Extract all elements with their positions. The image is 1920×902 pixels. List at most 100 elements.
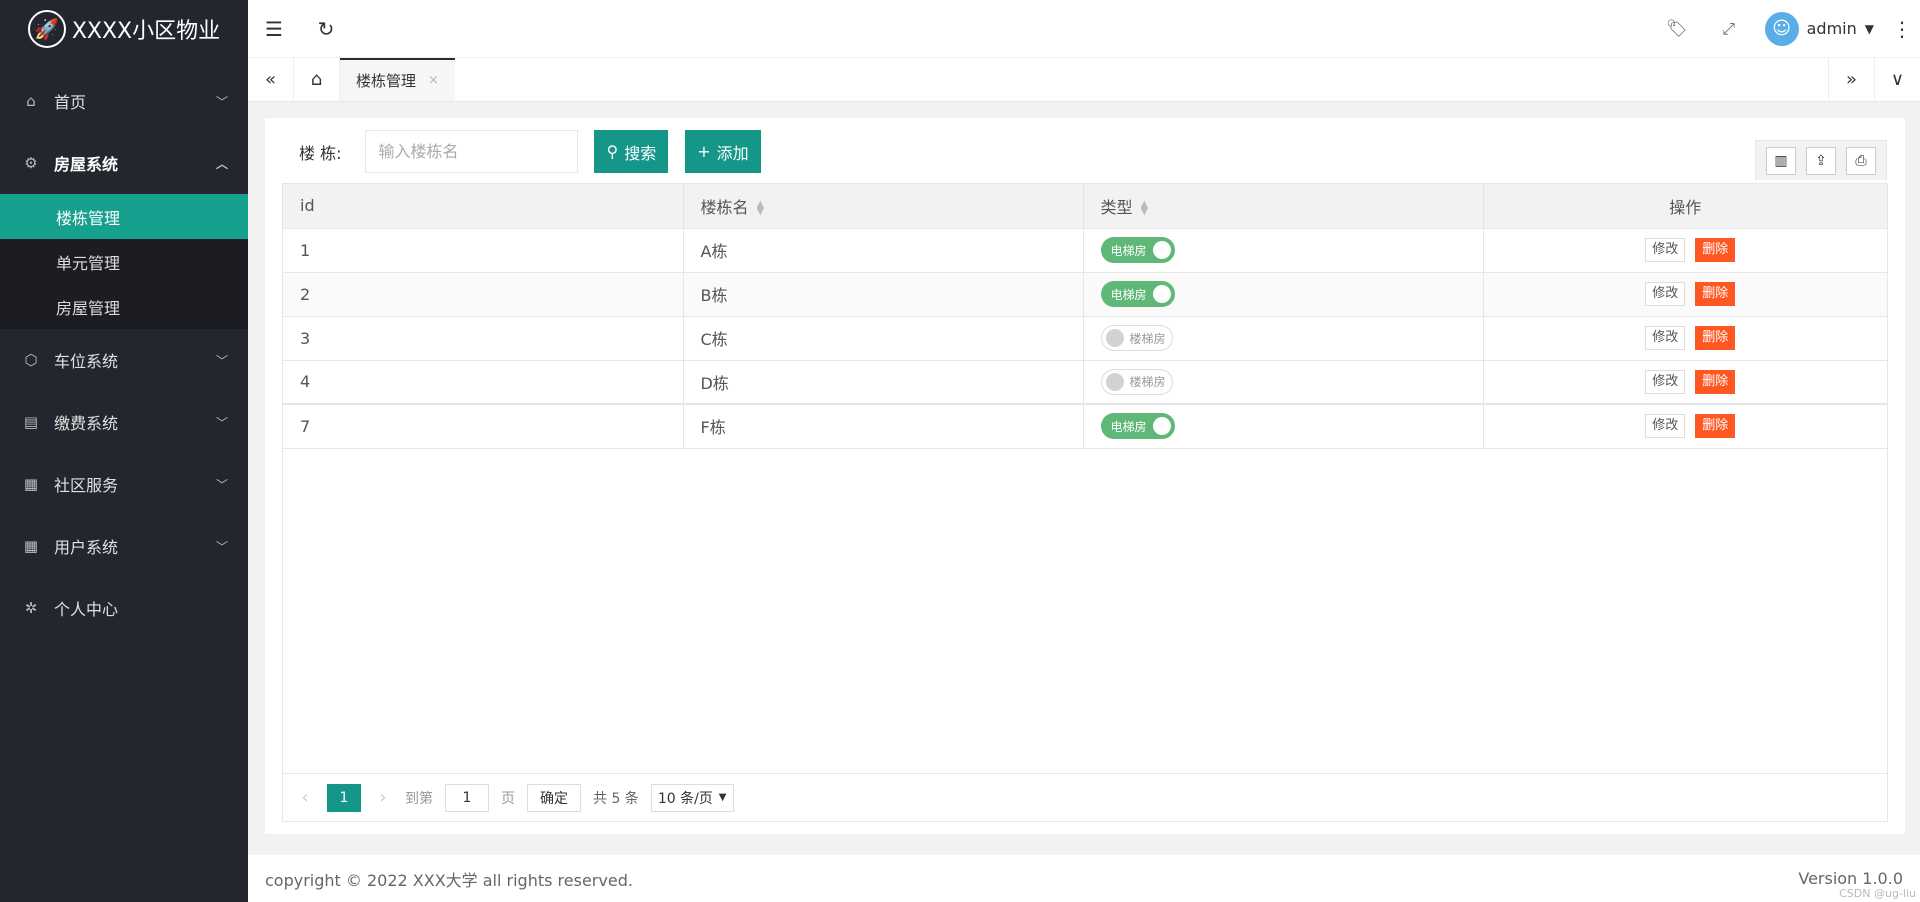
apps-icon: ▦ <box>23 537 39 555</box>
sidebar-item-payment-system[interactable]: ▤ 缴费系统 ﹀ <box>0 391 248 453</box>
tag-button[interactable]: 🏷 <box>1651 0 1703 58</box>
user-menu[interactable]: ☺ admin ▼ <box>1755 0 1884 58</box>
delete-button[interactable]: 删除 <box>1695 282 1736 306</box>
toggle-label: 楼梯房 <box>1129 375 1166 390</box>
rocket-icon: 🚀 <box>27 10 66 48</box>
edit-button[interactable]: 修改 <box>1645 238 1686 262</box>
building-search-input[interactable] <box>365 130 579 173</box>
sort-icon[interactable]: ▲ ▼ <box>1141 200 1149 217</box>
search-button[interactable]: ⚲ 搜索 <box>594 130 669 173</box>
column-header-type[interactable]: 类型 ▲ ▼ <box>1083 184 1484 229</box>
toggle-knob <box>1152 285 1171 303</box>
sidebar-item-home[interactable]: ⌂ 首页 ﹀ <box>0 70 248 132</box>
tab-scroll-right-button[interactable]: » <box>1828 58 1874 101</box>
edit-button[interactable]: 修改 <box>1645 282 1686 306</box>
sidebar-item-room-management[interactable]: 房屋管理 <box>0 284 248 329</box>
page-size-select[interactable]: 10 条/页 ▼ <box>650 783 734 812</box>
delete-button[interactable]: 删除 <box>1695 238 1736 262</box>
more-vertical-icon: ⋮ <box>1892 16 1912 41</box>
edit-button[interactable]: 修改 <box>1645 326 1686 350</box>
column-header-label: 楼栋名 <box>700 197 749 217</box>
sidebar-item-building-management[interactable]: 楼栋管理 <box>0 194 248 239</box>
delete-button[interactable]: 删除 <box>1695 369 1736 394</box>
chevron-down-icon: ﹀ <box>215 353 228 368</box>
delete-button[interactable]: 删除 <box>1695 326 1736 350</box>
chevron-down-icon: ﹀ <box>215 415 228 430</box>
tab-options-button[interactable]: ∨ <box>1874 58 1920 101</box>
tab-label: 楼栋管理 <box>356 72 417 90</box>
more-button[interactable]: ⋮ <box>1884 0 1920 58</box>
fullscreen-button[interactable]: ⤢ <box>1703 0 1755 58</box>
collapse-sidebar-button[interactable]: ☰ <box>248 0 300 58</box>
table-row: 3 C栋 楼梯房 修改 删除 <box>283 316 1887 361</box>
cube-icon: ⬡ <box>24 351 38 369</box>
tab-building-management[interactable]: 楼栋管理 × <box>340 58 455 101</box>
type-toggle[interactable]: 楼梯房 <box>1100 325 1173 351</box>
delete-button[interactable]: 删除 <box>1695 414 1736 439</box>
refresh-button[interactable]: ↻ <box>300 0 352 58</box>
sidebar-item-house-system[interactable]: ⚙ 房屋系统 ︿ <box>0 132 248 194</box>
type-toggle[interactable]: 电梯房 <box>1100 237 1175 263</box>
cell-id: 3 <box>283 316 684 361</box>
sidebar-item-personal-center[interactable]: ✲ 个人中心 <box>0 577 248 639</box>
tab-bar: « ⌂ 楼栋管理 × » ∨ <box>248 58 1920 102</box>
home-icon: ⌂ <box>310 69 323 90</box>
sidebar-item-parking-system[interactable]: ⬡ 车位系统 ﹀ <box>0 329 248 391</box>
tag-icon: 🏷 <box>1665 18 1688 39</box>
chevron-down-icon: ﹀ <box>215 94 228 109</box>
page-number-current[interactable]: 1 <box>327 783 361 812</box>
prev-page-icon[interactable]: ‹ <box>295 787 315 808</box>
column-header-name[interactable]: 楼栋名 ▲ ▼ <box>683 184 1084 229</box>
sidebar-item-user-system[interactable]: ▦ 用户系统 ﹀ <box>0 515 248 577</box>
print-icon: ⎙ <box>1855 152 1867 169</box>
logo[interactable]: 🚀 XXXX小区物业 <box>0 0 248 58</box>
type-toggle[interactable]: 电梯房 <box>1100 281 1175 307</box>
content-card: 楼 栋: ⚲ 搜索 + 添加 ▥ ⇪ ⎙ id 楼栋名 ▲▼ 类型 ▲▼ 操作 <box>265 118 1905 834</box>
chevron-down-icon: ﹀ <box>215 477 228 492</box>
data-table: id 楼栋名 ▲ ▼ 类型 ▲ ▼ 操作 1 A栋 电梯房 修改 删除 2 B栋 电梯房 <box>282 183 1888 822</box>
double-chevron-left-icon: « <box>264 69 276 90</box>
sidebar-item-community-service[interactable]: ▦ 社区服务 ﹀ <box>0 453 248 515</box>
pagination: ‹ 1 › 到第 页 确定 共 5 条 10 条/页 ▼ <box>283 773 1887 821</box>
add-button[interactable]: + 添加 <box>685 130 761 173</box>
type-toggle[interactable]: 楼梯房 <box>1100 368 1173 395</box>
print-button[interactable]: ⎙ <box>1846 146 1876 175</box>
sort-icon[interactable]: ▲ ▼ <box>757 200 765 217</box>
export-button[interactable]: ⇪ <box>1806 146 1836 175</box>
goto-label: 到第 <box>405 790 433 807</box>
goto-page-input[interactable] <box>445 783 489 812</box>
refresh-icon: ↻ <box>317 16 335 41</box>
column-header-label: 类型 <box>1100 197 1133 217</box>
cell-type: 楼梯房 <box>1083 360 1484 405</box>
edit-button[interactable]: 修改 <box>1645 369 1686 394</box>
toggle-knob <box>1105 329 1124 347</box>
columns-filter-button[interactable]: ▥ <box>1766 146 1796 175</box>
chevron-down-icon: ▼ <box>718 792 727 803</box>
toggle-label: 电梯房 <box>1110 243 1147 258</box>
cell-type: 电梯房 <box>1083 228 1484 273</box>
footer: copyright © 2022 XXX大学 all rights reserv… <box>248 855 1920 902</box>
home-tab-button[interactable]: ⌂ <box>294 58 340 101</box>
tab-scroll-left-button[interactable]: « <box>248 58 294 101</box>
sidebar-item-label: 首页 <box>54 93 87 112</box>
sidebar-item-unit-management[interactable]: 单元管理 <box>0 239 248 284</box>
chevron-up-icon: ︿ <box>215 156 228 171</box>
edit-button[interactable]: 修改 <box>1645 414 1686 439</box>
cell-actions: 修改 删除 <box>1483 404 1887 449</box>
next-page-icon[interactable]: › <box>373 787 393 808</box>
type-toggle[interactable]: 电梯房 <box>1100 413 1175 440</box>
double-chevron-right-icon: » <box>1845 69 1857 90</box>
close-icon[interactable]: × <box>428 73 439 88</box>
caret-down-icon: ▼ <box>1864 21 1874 36</box>
copyright-text: copyright © 2022 XXX大学 all rights reserv… <box>265 870 633 890</box>
home-icon: ⌂ <box>26 92 36 110</box>
cell-actions: 修改 删除 <box>1483 316 1887 361</box>
goto-confirm-button[interactable]: 确定 <box>527 783 581 812</box>
table-row: 7 F栋 电梯房 修改 删除 <box>283 404 1887 449</box>
table-row: 2 B栋 电梯房 修改 删除 <box>283 272 1887 317</box>
search-icon: ⚲ <box>606 142 619 161</box>
cell-type: 电梯房 <box>1083 272 1484 317</box>
tabbar-spacer <box>455 58 1828 101</box>
building-label: 楼 栋: <box>299 143 342 163</box>
apps-icon: ▦ <box>23 475 39 493</box>
